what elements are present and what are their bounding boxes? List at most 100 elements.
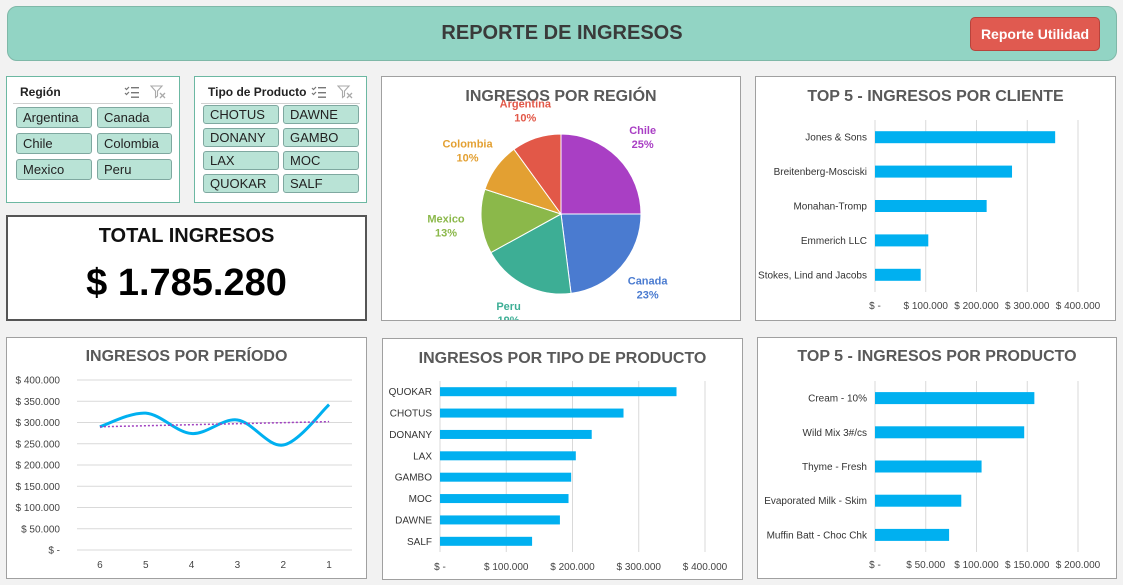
- bar: [875, 426, 1025, 439]
- bar: [875, 234, 929, 247]
- product-type-slicer-item[interactable]: QUOKAR: [203, 174, 279, 193]
- product-type-bar-panel[interactable]: INGRESOS POR TIPO DE PRODUCTO $ - $ 100.0…: [382, 338, 743, 580]
- pie-slice-label: Mexico: [427, 213, 465, 225]
- y-category-label: LAX: [413, 451, 432, 462]
- clear-filter-icon[interactable]: [150, 85, 166, 99]
- top-clients-panel[interactable]: TOP 5 - INGRESOS POR CLIENTE $ - $ 100.00…: [755, 76, 1116, 321]
- pie-slice-pct: 13%: [435, 227, 457, 239]
- bar: [875, 165, 1013, 178]
- bar: [440, 429, 592, 439]
- x-tick-label: $ 200.000: [1056, 560, 1101, 571]
- pie-slice-pct: 10%: [457, 152, 479, 164]
- product-type-slicer-item[interactable]: CHOTUS: [203, 105, 279, 124]
- multi-select-icon[interactable]: [124, 85, 140, 99]
- y-tick-label: $ 100.000: [16, 503, 61, 514]
- region-slicer-item[interactable]: Colombia: [97, 133, 172, 154]
- top-products-panel[interactable]: TOP 5 - INGRESOS POR PRODUCTO $ - $ 50.00…: [757, 337, 1117, 579]
- product-type-slicer-item[interactable]: DONANY: [203, 128, 279, 147]
- top-products-chart: $ - $ 50.000 $ 100.000 $ 150.000 $ 200.000 Cr…: [764, 381, 1101, 571]
- pie-slice: [560, 133, 642, 215]
- region-slicer-item[interactable]: Peru: [97, 159, 172, 180]
- multi-select-icon[interactable]: [311, 85, 327, 99]
- x-tick-label: 3: [235, 560, 241, 571]
- region-slicer: Región Argentina Canada Chile Colombia M…: [6, 76, 180, 203]
- bar: [440, 451, 576, 461]
- bar: [875, 392, 1035, 405]
- y-category-label: Thyme - Fresh: [802, 462, 867, 473]
- x-tick-label: $ 400.000: [683, 562, 728, 573]
- bar: [875, 460, 982, 473]
- pie-slice-pct: 19%: [498, 315, 520, 320]
- y-category-label: DONANY: [389, 430, 432, 441]
- bar: [440, 494, 569, 504]
- report-header: REPORTE DE INGRESOS Reporte Utilidad: [7, 6, 1117, 61]
- y-tick-label: $ 200.000: [16, 461, 61, 472]
- bar: [440, 408, 624, 418]
- x-tick-label: $ 200.000: [954, 301, 999, 312]
- y-category-label: Stokes, Lind and Jacobs: [758, 270, 867, 281]
- y-tick-label: $ 150.000: [16, 482, 61, 493]
- total-ingresos-value: $ 1.785.280: [86, 262, 287, 304]
- y-tick-label: $ 400.000: [16, 376, 61, 387]
- product-type-bar-chart: $ - $ 100.000 $ 200.000 $ 300.000 $ 400.000 Q…: [389, 381, 728, 573]
- total-ingresos-card: TOTAL INGRESOS $ 1.785.280: [6, 215, 367, 321]
- y-category-label: SALF: [407, 537, 432, 548]
- x-tick-label: $ 300.000: [1005, 301, 1050, 312]
- reporte-utilidad-button[interactable]: Reporte Utilidad: [970, 17, 1100, 51]
- product-type-slicer-item[interactable]: SALF: [283, 174, 359, 193]
- report-title: REPORTE DE INGRESOS: [441, 22, 683, 44]
- bar: [875, 528, 950, 541]
- region-slicer-header: Región: [13, 77, 173, 104]
- x-tick-label: $ 400.000: [1056, 301, 1101, 312]
- pie-slice-pct: 10%: [514, 112, 536, 124]
- y-category-label: Emmerich LLC: [801, 236, 867, 247]
- y-tick-label: $ -: [48, 546, 60, 557]
- total-ingresos-title: TOTAL INGRESOS: [98, 225, 275, 247]
- x-tick-label: $ -: [869, 560, 881, 571]
- clear-filter-icon[interactable]: [337, 85, 353, 99]
- period-line-chart: $ - $ 50.000 $ 100.000 $ 150.000 $ 200.000 $ …: [16, 376, 352, 571]
- x-tick-label: 5: [143, 560, 149, 571]
- y-category-label: QUOKAR: [389, 387, 432, 398]
- y-category-label: Monahan-Tromp: [793, 202, 867, 213]
- y-category-label: Breitenberg-Mosciski: [774, 167, 867, 178]
- x-tick-label: $ 300.000: [617, 562, 662, 573]
- x-tick-label: $ 200.000: [550, 562, 595, 573]
- product-type-slicer-item[interactable]: MOC: [283, 151, 359, 170]
- product-type-slicer-item[interactable]: LAX: [203, 151, 279, 170]
- region-pie-panel[interactable]: INGRESOS POR REGIÓN Chile 25% Canada 23% Per…: [381, 76, 741, 321]
- pie-slice-label: Chile: [629, 125, 656, 137]
- region-pie-chart: Chile 25% Canada 23% Peru 19% Mexico 13% Colombi…: [427, 98, 668, 320]
- x-tick-label: $ 100.000: [484, 562, 529, 573]
- product-type-slicer-item[interactable]: DAWNE: [283, 105, 359, 124]
- region-slicer-item[interactable]: Chile: [16, 133, 92, 154]
- bar: [875, 200, 987, 212]
- y-category-label: Muffin Batt - Choc Chk: [767, 530, 868, 541]
- x-tick-label: 2: [280, 560, 286, 571]
- x-tick-label: $ 50.000: [906, 560, 945, 571]
- y-tick-label: $ 350.000: [16, 397, 61, 408]
- pie-slice-label: Colombia: [442, 138, 493, 150]
- region-slicer-title: Región: [20, 85, 61, 99]
- y-tick-label: $ 300.000: [16, 418, 61, 429]
- pie-slice-pct: 25%: [632, 139, 654, 151]
- bar: [440, 536, 533, 546]
- bar: [875, 131, 1056, 144]
- pie-slice-label: Argentina: [500, 98, 552, 110]
- y-category-label: DAWNE: [395, 515, 432, 526]
- y-category-label: Evaporated Milk - Skim: [764, 496, 867, 507]
- pie-slice-label: Peru: [496, 301, 520, 313]
- product-type-slicer-item[interactable]: GAMBO: [283, 128, 359, 147]
- bar: [440, 387, 677, 397]
- region-slicer-item[interactable]: Mexico: [16, 159, 92, 180]
- region-slicer-item[interactable]: Canada: [97, 107, 172, 128]
- region-slicer-item[interactable]: Argentina: [16, 107, 92, 128]
- period-line-panel[interactable]: INGRESOS POR PERÍODO $ - $ 50.000 $ 100.00…: [6, 337, 367, 579]
- x-tick-label: 1: [326, 560, 332, 571]
- bar: [440, 515, 560, 525]
- x-tick-label: $ -: [434, 562, 446, 573]
- x-tick-label: $ 100.000: [954, 560, 999, 571]
- bar: [875, 268, 921, 281]
- bar: [875, 494, 962, 507]
- x-tick-label: 6: [97, 560, 103, 571]
